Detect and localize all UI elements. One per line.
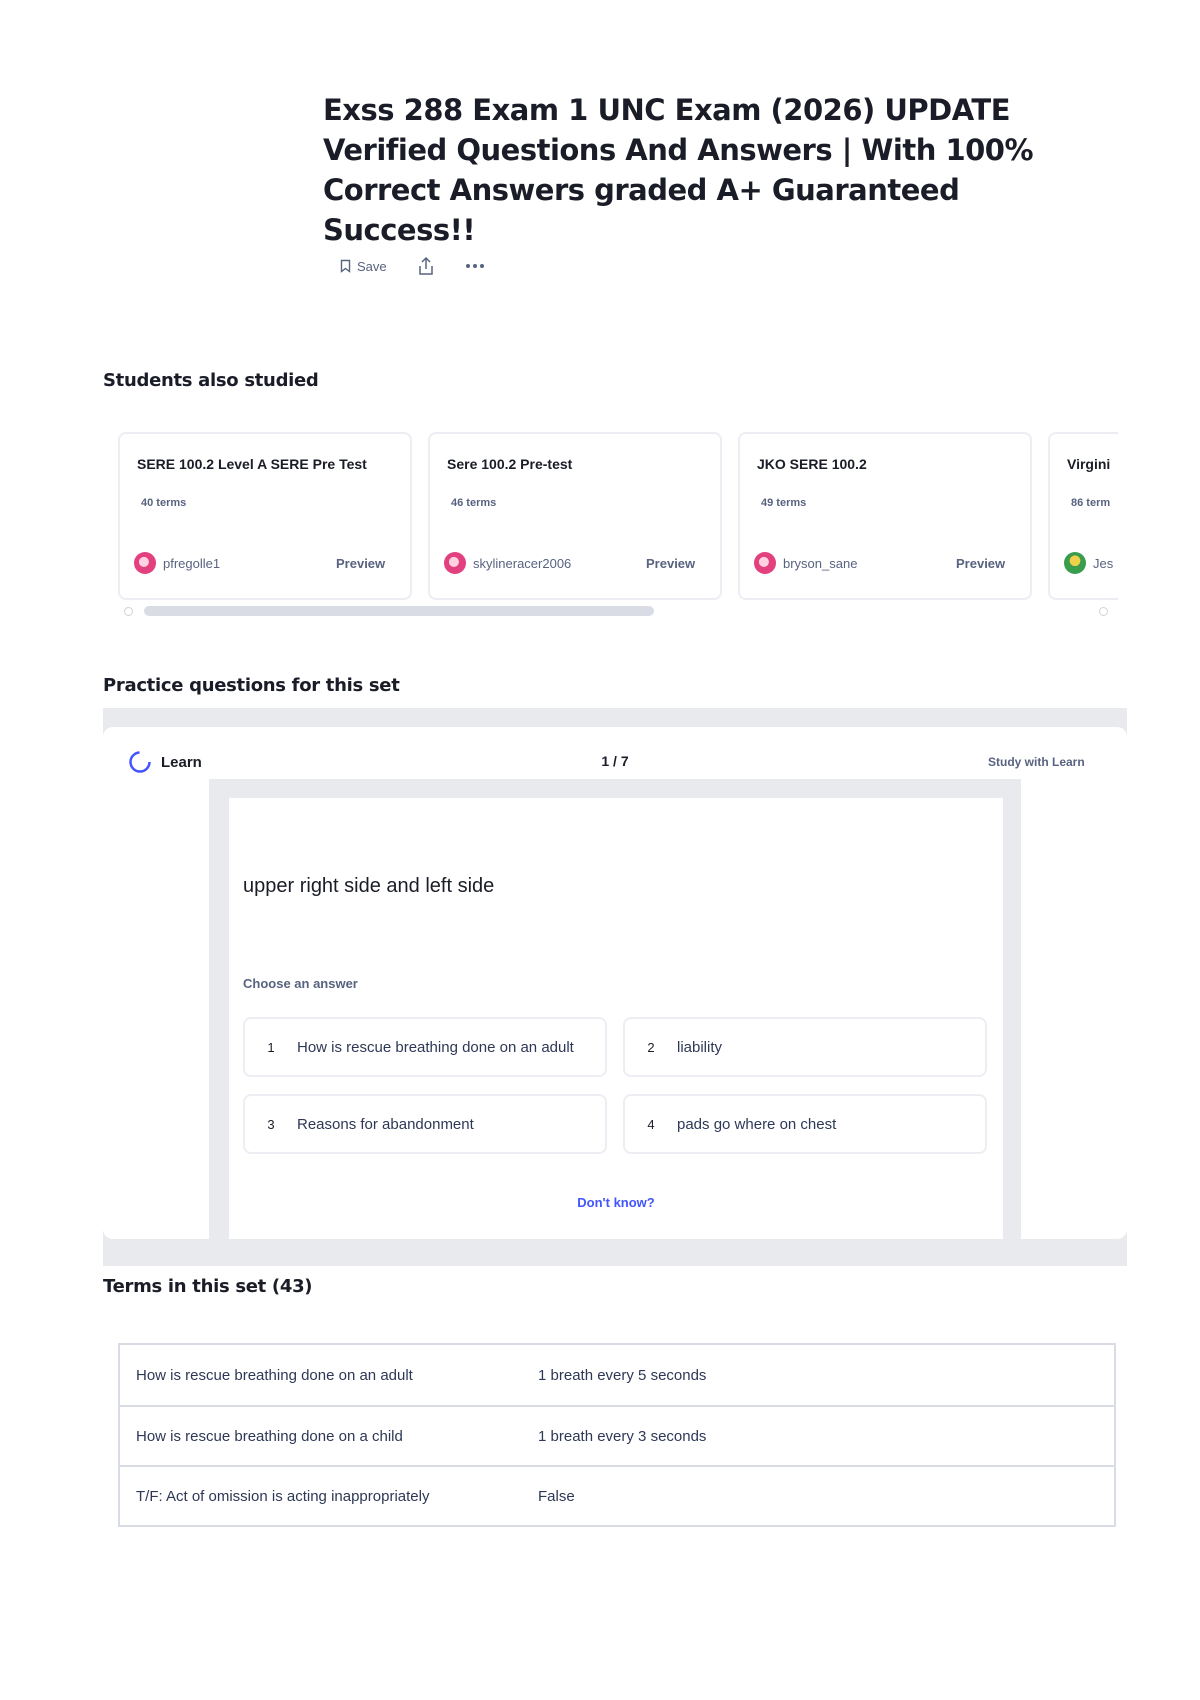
card-title: JKO SERE 100.2 [757, 456, 867, 472]
share-button[interactable] [417, 256, 435, 276]
preview-button[interactable]: Preview [956, 556, 1005, 571]
definition-text: False [538, 1487, 575, 1505]
card-username: Jes [1093, 555, 1114, 571]
more-icon [465, 264, 484, 268]
students-also-studied-heading: Students also studied [103, 370, 319, 391]
card-title: Virgini [1067, 456, 1111, 472]
card-username: bryson_sane [783, 555, 858, 571]
related-set-card[interactable]: Virgini 86 term Jes [1048, 432, 1118, 600]
option-text: Reasons for abandonment [297, 1115, 474, 1133]
study-with-learn-link[interactable]: Study with Learn [988, 755, 1085, 769]
answer-option[interactable]: 1 How is rescue breathing done on an adu… [243, 1017, 607, 1077]
definition-text: 1 breath every 5 seconds [538, 1366, 707, 1384]
option-text: pads go where on chest [677, 1115, 837, 1133]
option-text: How is rescue breathing done on an adult [297, 1038, 574, 1056]
card-title: SERE 100.2 Level A SERE Pre Test [137, 456, 367, 472]
card-term-count: 46 terms [451, 497, 497, 509]
card-author: skylineracer2006 [444, 552, 571, 574]
term-text: How is rescue breathing done on an adult [136, 1366, 413, 1384]
related-set-card[interactable]: Sere 100.2 Pre-test 46 terms skylinerace… [428, 432, 722, 600]
card-author: pfregolle1 [134, 552, 220, 574]
share-icon [418, 256, 433, 275]
term-text: How is rescue breathing done on a child [136, 1427, 403, 1445]
card-title: Sere 100.2 Pre-test [447, 456, 573, 472]
option-number: 3 [267, 1116, 275, 1132]
term-text: T/F: Act of omission is acting inappropr… [136, 1487, 430, 1505]
save-label: Save [357, 258, 387, 274]
card-username: skylineracer2006 [473, 555, 572, 571]
avatar [134, 552, 156, 574]
definition-text: 1 breath every 3 seconds [538, 1427, 707, 1445]
question-prompt: upper right side and left side [243, 875, 495, 897]
terms-heading: Terms in this set (43) [103, 1276, 313, 1297]
answer-option[interactable]: 2 liability [623, 1017, 987, 1077]
answer-option[interactable]: 4 pads go where on chest [623, 1094, 987, 1154]
save-button[interactable]: Save [340, 259, 387, 274]
terms-table: How is rescue breathing done on an adult… [118, 1343, 1116, 1527]
set-toolbar: Save [340, 256, 485, 276]
practice-questions-heading: Practice questions for this set [103, 675, 400, 696]
scroll-left-indicator [124, 607, 133, 616]
card-username: pfregolle1 [163, 555, 221, 571]
scroll-right-indicator [1099, 607, 1108, 616]
card-author: bryson_sane [754, 552, 857, 574]
avatar [444, 552, 466, 574]
table-row: How is rescue breathing done on a child … [120, 1405, 1114, 1465]
option-number: 4 [647, 1116, 655, 1132]
option-number: 2 [647, 1039, 655, 1055]
avatar [1064, 552, 1086, 574]
card-term-count: 49 terms [761, 497, 807, 509]
preview-button[interactable]: Preview [336, 556, 385, 571]
card-term-count: 86 term [1071, 497, 1111, 509]
more-options-button[interactable] [465, 263, 485, 269]
table-row: T/F: Act of omission is acting inappropr… [120, 1465, 1114, 1525]
option-number: 1 [267, 1039, 275, 1055]
option-text: liability [677, 1038, 723, 1056]
card-term-count: 40 terms [141, 497, 187, 509]
related-sets-carousel: SERE 100.2 Level A SERE Pre Test 40 term… [118, 432, 1118, 622]
preview-button[interactable]: Preview [646, 556, 695, 571]
dont-know-button[interactable]: Don't know? [0, 1195, 1200, 1210]
related-set-card[interactable]: SERE 100.2 Level A SERE Pre Test 40 term… [118, 432, 412, 600]
bookmark-icon [340, 259, 351, 273]
avatar [754, 552, 776, 574]
card-author: Jes [1064, 552, 1113, 574]
carousel-scrollbar[interactable] [144, 606, 654, 616]
page-title: Exss 288 Exam 1 UNC Exam (2026) UPDATE V… [323, 93, 1034, 247]
choose-answer-label: Choose an answer [243, 976, 358, 991]
table-row: How is rescue breathing done on an adult… [120, 1345, 1114, 1405]
related-set-card[interactable]: JKO SERE 100.2 49 terms bryson_sane Prev… [738, 432, 1032, 600]
answer-option[interactable]: 3 Reasons for abandonment [243, 1094, 607, 1154]
